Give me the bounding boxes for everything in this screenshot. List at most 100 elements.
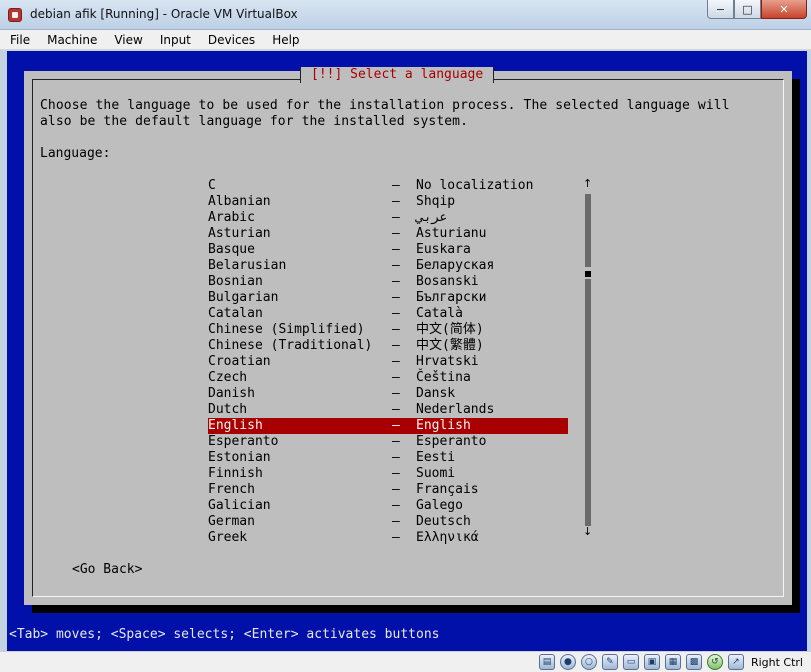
- network-icon-2[interactable]: ▩: [685, 654, 702, 670]
- host-key-label: Right Ctrl: [750, 655, 803, 669]
- language-native-name: Suomi: [416, 466, 456, 481]
- language-option[interactable]: Chinese (Simplified) – 中文(简体): [208, 322, 568, 338]
- language-separator: –: [392, 402, 400, 417]
- dialog-description: Choose the language to be used for the i…: [40, 98, 730, 129]
- language-native-name: Eesti: [416, 450, 456, 465]
- language-name: Chinese (Traditional): [208, 338, 373, 353]
- language-separator: –: [392, 434, 400, 449]
- language-separator: –: [392, 418, 400, 433]
- language-name: English: [208, 418, 263, 433]
- menu-devices[interactable]: Devices: [198, 30, 262, 49]
- display-icon[interactable]: ▣: [643, 654, 660, 670]
- mouse-integration-icon[interactable]: ↗: [727, 654, 744, 670]
- maximize-button[interactable]: □: [734, 0, 761, 19]
- language-native-name: Esperanto: [416, 434, 487, 449]
- language-separator: –: [392, 530, 400, 545]
- language-name: Bosnian: [208, 274, 263, 289]
- language-native-name: Čeština: [416, 370, 471, 385]
- language-option[interactable]: English – English: [208, 418, 568, 434]
- menu-view[interactable]: View: [104, 30, 149, 49]
- menu-machine[interactable]: Machine: [37, 30, 104, 49]
- language-option[interactable]: Arabic – عربي: [208, 210, 568, 226]
- language-separator: –: [392, 322, 400, 337]
- language-option[interactable]: Galician – Galego: [208, 498, 568, 514]
- usb-icon[interactable]: ✎: [601, 654, 618, 670]
- language-separator: –: [392, 466, 400, 481]
- window-title: debian afik [Running] - Oracle VM Virtua…: [30, 7, 298, 21]
- language-name: Bulgarian: [208, 290, 279, 305]
- guest-screen[interactable]: [!!] Select a language Choose the langua…: [7, 51, 807, 651]
- network-icon[interactable]: ▦: [664, 654, 681, 670]
- language-name: Finnish: [208, 466, 263, 481]
- language-native-name: 中文(繁體): [416, 338, 484, 353]
- language-option[interactable]: Chinese (Traditional) – 中文(繁體): [208, 338, 568, 354]
- language-separator: –: [392, 274, 400, 289]
- language-name: Esperanto: [208, 434, 279, 449]
- language-native-name: Euskara: [416, 242, 471, 257]
- language-option[interactable]: C – No localization: [208, 178, 568, 194]
- minimize-button[interactable]: −: [707, 0, 734, 19]
- language-option[interactable]: Asturian – Asturianu: [208, 226, 568, 242]
- language-separator: –: [392, 514, 400, 529]
- language-separator: –: [392, 290, 400, 305]
- language-separator: –: [392, 498, 400, 513]
- language-separator: –: [392, 258, 400, 273]
- language-separator: –: [392, 370, 400, 385]
- virtualbox-app-icon: [8, 8, 22, 22]
- go-back-button[interactable]: <Go Back>: [72, 562, 142, 578]
- language-option[interactable]: Croatian – Hrvatski: [208, 354, 568, 370]
- language-name: Basque: [208, 242, 255, 257]
- language-name: Estonian: [208, 450, 271, 465]
- language-name: German: [208, 514, 255, 529]
- language-name: Danish: [208, 386, 255, 401]
- language-name: Greek: [208, 530, 248, 545]
- language-option[interactable]: Estonian – Eesti: [208, 450, 568, 466]
- language-option[interactable]: Albanian – Shqip: [208, 194, 568, 210]
- language-option[interactable]: Catalan – Català: [208, 306, 568, 322]
- language-native-name: Français: [416, 482, 479, 497]
- hard-disk-icon[interactable]: ▤: [538, 654, 555, 670]
- scrollbar-thumb[interactable]: [585, 271, 591, 277]
- language-option[interactable]: Bulgarian – Български: [208, 290, 568, 306]
- language-option[interactable]: Belarusian – Беларуская: [208, 258, 568, 274]
- floppy-icon[interactable]: ○: [580, 654, 597, 670]
- menu-help[interactable]: Help: [262, 30, 306, 49]
- language-option[interactable]: Bosnian – Bosanski: [208, 274, 568, 290]
- language-native-name: Galego: [416, 498, 463, 513]
- language-native-name: Ελληνικά: [416, 530, 479, 545]
- language-native-name: عربي: [416, 210, 448, 225]
- close-button[interactable]: ✕: [761, 0, 807, 19]
- language-native-name: English: [416, 418, 471, 433]
- shared-folder-icon[interactable]: ▭: [622, 654, 639, 670]
- scroll-down-arrow-icon: ↓: [583, 525, 593, 538]
- language-name: Belarusian: [208, 258, 287, 273]
- language-option[interactable]: Basque – Euskara: [208, 242, 568, 258]
- language-separator: –: [392, 354, 400, 369]
- recording-icon[interactable]: ↺: [706, 654, 723, 670]
- language-option[interactable]: Dutch – Nederlands: [208, 402, 568, 418]
- language-list-label: Language:: [40, 146, 111, 161]
- language-native-name: No localization: [416, 178, 534, 193]
- language-option[interactable]: Danish – Dansk: [208, 386, 568, 402]
- window-titlebar[interactable]: debian afik [Running] - Oracle VM Virtua…: [0, 0, 811, 30]
- menu-input[interactable]: Input: [150, 30, 198, 49]
- language-option[interactable]: Czech – Čeština: [208, 370, 568, 386]
- language-option[interactable]: Finnish – Suomi: [208, 466, 568, 482]
- language-separator: –: [392, 482, 400, 497]
- optical-disk-icon[interactable]: ●: [559, 654, 576, 670]
- language-separator: –: [392, 178, 400, 193]
- menu-bar: File Machine View Input Devices Help: [0, 30, 811, 50]
- language-name: Albanian: [208, 194, 271, 209]
- language-list[interactable]: C – No localization Albanian – Shqip Arabic – عر…: [208, 178, 568, 546]
- window-controls: − □ ✕: [707, 0, 807, 20]
- language-option[interactable]: Greek – Ελληνικά: [208, 530, 568, 546]
- language-name: Dutch: [208, 402, 248, 417]
- dialog-title: [!!] Select a language: [300, 67, 495, 83]
- language-option[interactable]: French – Français: [208, 482, 568, 498]
- language-native-name: Dansk: [416, 386, 456, 401]
- menu-file[interactable]: File: [0, 30, 37, 49]
- language-name: French: [208, 482, 255, 497]
- language-separator: –: [392, 242, 400, 257]
- language-option[interactable]: German – Deutsch: [208, 514, 568, 530]
- language-option[interactable]: Esperanto – Esperanto: [208, 434, 568, 450]
